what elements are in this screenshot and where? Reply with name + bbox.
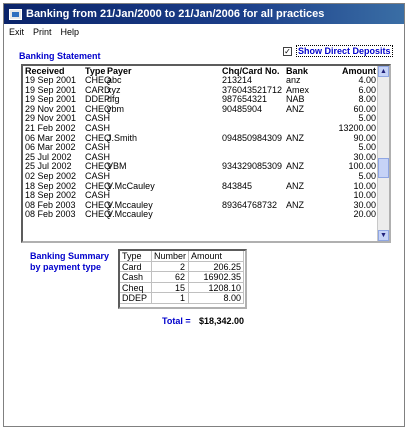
summary-cell-amount: 16902.35	[189, 272, 244, 283]
table-row[interactable]: 29 Nov 2001 CHEQ vbm 90485904 ANZ 60.00	[23, 103, 377, 115]
cell-payer: V.McCauley	[107, 180, 155, 191]
summary-cell-amount: 1208.10	[189, 282, 244, 294]
cell-chq-no: 89364768732	[222, 199, 278, 210]
total-label: Total =	[162, 316, 191, 326]
table-row[interactable]: 18 Sep 2002 CASH 10.00	[23, 191, 377, 201]
cell-chq-no	[222, 210, 286, 220]
summary-cell-type: Cash	[120, 272, 152, 283]
grid-scrollbar[interactable]: ▲ ▼	[377, 66, 389, 241]
scroll-thumb[interactable]	[378, 158, 389, 178]
summary-cell-amount: 8.00	[189, 293, 244, 304]
col-payer-header[interactable]: Payer	[107, 66, 222, 76]
cell-amount: 20.00	[353, 209, 376, 220]
cell-payer	[107, 143, 222, 153]
cell-payer: J.Smith	[107, 132, 138, 143]
cell-chq-no: 90485904	[222, 103, 263, 114]
summary-cell-type: DDEP	[120, 293, 152, 304]
summary-col-type: Type	[120, 251, 152, 262]
table-row[interactable]: 02 Sep 2002 CASH 5.00	[23, 171, 377, 182]
cell-bank: ANZ	[286, 199, 304, 210]
cell-bank: ANZ	[286, 180, 304, 191]
scroll-up-button[interactable]: ▲	[378, 66, 389, 77]
cell-chq-no: 094850984309	[222, 132, 283, 143]
cell-chq-no: 843845	[222, 180, 253, 191]
cell-chq-no: 934329085309	[222, 161, 283, 172]
show-direct-deposits-checkbox[interactable]: ✓	[283, 46, 292, 56]
cell-payer: xyz	[107, 84, 121, 95]
summary-cell-number: 1	[152, 293, 189, 304]
scroll-down-button[interactable]: ▼	[378, 230, 389, 241]
cell-payer: VBM	[107, 161, 127, 172]
cell-payer: dfg	[107, 94, 120, 105]
cell-bank: ANZ	[286, 132, 304, 143]
table-row[interactable]: 19 Sep 2001 DDEP dfg 987654321 NAB 8.00	[23, 95, 377, 105]
summary-cell-number: 2	[152, 261, 189, 273]
window-title: Banking from 21/Jan/2000 to 21/Jan/2006 …	[26, 8, 325, 20]
banking-statement-grid[interactable]: Received Type Payer Chq/Card No. Bank Am…	[21, 64, 391, 243]
table-row[interactable]: 19 Sep 2001 CARD xyz 376043521712 Amex 6.00	[23, 84, 377, 96]
table-row[interactable]: 06 Mar 2002 CASH 5.00	[23, 143, 377, 153]
cell-type: CHEQ	[85, 209, 112, 220]
grid-header: Received Type Payer Chq/Card No. Bank Am…	[23, 66, 389, 76]
summary-row: Card 2 206.25	[120, 261, 245, 273]
summary-row: Cash 62 16902.35	[120, 272, 245, 283]
cell-bank	[286, 114, 326, 124]
banking-window: Banking from 21/Jan/2000 to 21/Jan/2006 …	[3, 3, 405, 427]
cell-payer: V.Mccauley	[107, 209, 153, 220]
summary-col-amount: Amount	[189, 251, 244, 262]
table-row[interactable]: 21 Feb 2002 CASH 13200.00	[23, 123, 377, 134]
summary-cell-number: 15	[152, 282, 189, 294]
cell-bank	[286, 143, 326, 153]
table-row[interactable]: 25 Jul 2002 CHEQ VBM 934329085309 ANZ 100.00	[23, 162, 377, 172]
summary-table: Type Number Amount Card 2 206.25 Cash 62 1690…	[118, 249, 247, 309]
cell-received: 08 Feb 2003	[25, 209, 76, 220]
menu-print[interactable]: Print	[33, 27, 52, 37]
title-bar[interactable]: Banking from 21/Jan/2000 to 21/Jan/2006 …	[4, 4, 404, 24]
menu-bar: Exit Print Help	[4, 24, 404, 39]
cell-bank: ANZ	[286, 103, 304, 114]
summary-body: Card 2 206.25 Cash 62 16902.35 Cheq 15 1208.10 DD…	[120, 261, 245, 304]
table-row[interactable]: 19 Sep 2001 CHEQ abc 213214 anz 4.00	[23, 75, 377, 86]
summary-cell-type: Card	[120, 261, 152, 273]
cell-chq-no	[222, 114, 286, 124]
table-row[interactable]: 18 Sep 2002 CHEQ V.McCauley 843845 ANZ 10.00	[23, 180, 377, 192]
cell-bank	[286, 210, 326, 220]
summary-row: DDEP 1 8.00	[120, 293, 245, 304]
cell-payer	[107, 114, 222, 124]
table-row[interactable]: 08 Feb 2003 CHEQ V.Mccauley 20.00	[23, 210, 377, 220]
table-row[interactable]: 06 Mar 2002 CHEQ J.Smith 094850984309 ANZ 90.…	[23, 132, 377, 144]
banking-statement-label: Banking Statement	[19, 51, 101, 61]
cell-chq-no	[222, 143, 286, 153]
banking-summary-label: Banking Summary by payment type	[30, 251, 110, 272]
screenshot-frame: Banking from 21/Jan/2000 to 21/Jan/2006 …	[0, 0, 410, 432]
cell-payer: abc	[107, 75, 122, 85]
app-icon	[9, 8, 22, 20]
summary-cell-type: Cheq	[120, 282, 152, 294]
show-direct-deposits-label[interactable]: Show Direct Deposits	[296, 45, 393, 57]
summary-cell-number: 62	[152, 272, 189, 283]
menu-help[interactable]: Help	[61, 27, 80, 37]
summary-col-number: Number	[152, 251, 189, 262]
show-direct-deposits-toggle[interactable]: ✓ Show Direct Deposits	[283, 45, 393, 57]
cell-payer: vbm	[107, 103, 125, 114]
table-row[interactable]: 25 Jul 2002 CASH 30.00	[23, 152, 377, 163]
summary-header: Type Number Amount	[120, 251, 245, 262]
total-value: $18,342.00	[199, 316, 245, 326]
table-row[interactable]: 29 Nov 2001 CASH 5.00	[23, 114, 377, 124]
menu-exit[interactable]: Exit	[9, 27, 24, 37]
summary-cell-amount: 206.25	[189, 261, 244, 273]
table-row[interactable]: 08 Feb 2003 CHEQ V.Mccauley 89364768732 ANZ 3…	[23, 199, 377, 211]
grid-body: 19 Sep 2001 CHEQ abc 213214 anz 4.00 19 Sep 20…	[23, 75, 377, 220]
summary-row: Cheq 15 1208.10	[120, 282, 245, 294]
cell-bank: ANZ	[286, 161, 304, 172]
